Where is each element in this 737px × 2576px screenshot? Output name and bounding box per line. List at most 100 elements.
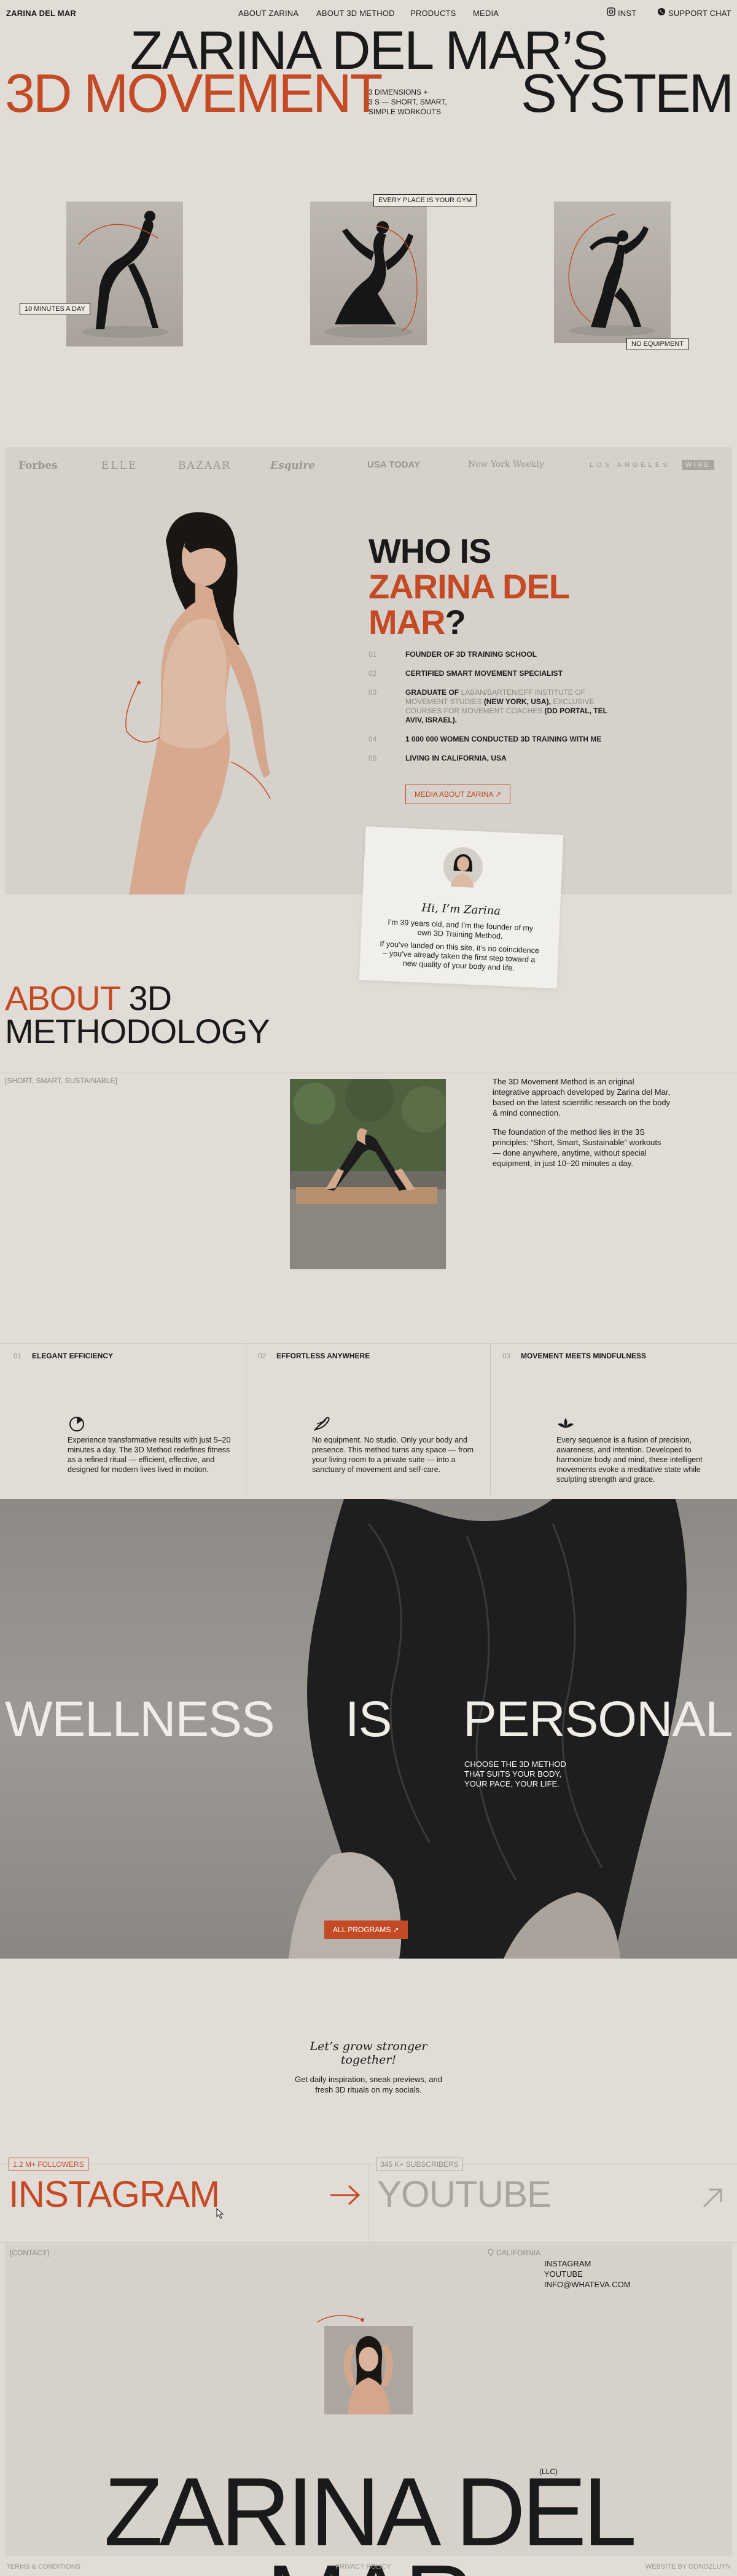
feature-card-movement-mindfulness: 03 MOVEMENT MEETS MINDFULNESS Every sequ… xyxy=(494,1343,733,1495)
credential-text: LIVING IN CALIFORNIA, USA xyxy=(405,754,507,762)
pose-figure-silhouette xyxy=(324,221,418,338)
divider xyxy=(0,2242,737,2243)
who-title-line-2: ZARINA DEL xyxy=(368,567,570,606)
note-paragraph-2: If you’ve landed on this site, it’s no c… xyxy=(380,939,540,973)
press-logo-wire: WIRE xyxy=(682,460,714,470)
nav-link-about-zarina[interactable]: ABOUT ZARINA xyxy=(238,9,298,18)
credential-text: CERTIFIED SMART MOVEMENT SPECIALIST xyxy=(405,669,563,678)
instagram-link[interactable]: INSTAGRAM xyxy=(9,2175,220,2214)
who-title-mar: MAR xyxy=(368,603,446,641)
credential-item: 01 FOUNDER OF 3D TRAINING SCHOOL xyxy=(368,650,626,659)
press-logo-new-york-weekly: New York Weekly xyxy=(468,460,544,469)
credential-number: 03 xyxy=(368,688,377,697)
hero-tagline-line: 3 DIMENSIONS + xyxy=(368,88,428,96)
support-chat-link[interactable]: SUPPORT CHAT xyxy=(668,9,731,18)
brand-logo[interactable]: ZARINA DEL MAR xyxy=(6,9,76,18)
location-pin-icon xyxy=(488,2249,494,2257)
credential-item: 03 GRADUATE OF LABAN/BARTENIEFF INSTITUT… xyxy=(368,688,626,725)
about-methodology-title: ABOUT 3D METHODOLOGY xyxy=(5,981,270,1051)
pose-photo-kneel-arch xyxy=(310,202,427,345)
feature-title: ELEGANT EFFICIENCY xyxy=(32,1352,114,1360)
privacy-link[interactable]: PRIVACY POLICY xyxy=(335,2563,391,2570)
pose-photo-backbend xyxy=(66,202,183,346)
zarina-avatar xyxy=(443,847,483,888)
credentials-list: 01 FOUNDER OF 3D TRAINING SCHOOL 02 CERT… xyxy=(368,650,626,773)
arrow-right-icon[interactable] xyxy=(329,2185,361,2206)
wellness-word-is: IS xyxy=(345,1691,392,1747)
hero-tagline-line: SIMPLE WORKOUTS xyxy=(368,108,442,116)
contact-link-youtube[interactable]: YOUTUBE xyxy=(544,2269,631,2279)
hero-tagline: 3 DIMENSIONS + 3 S — SHORT, SMART, SIMPL… xyxy=(368,87,447,117)
press-logo-esquire: Esquire xyxy=(270,460,316,472)
press-logo-elle: ELLE xyxy=(101,460,138,472)
who-title-question: ? xyxy=(445,603,466,641)
feature-text: Every sequence is a fusion of precision,… xyxy=(556,1436,703,1484)
about-title-line-2: METHODOLOGY xyxy=(5,1012,270,1051)
contact-link-instagram[interactable]: INSTAGRAM xyxy=(544,2258,631,2269)
wellness-word-personal: PERSONAL xyxy=(463,1691,733,1747)
chat-icon xyxy=(658,8,665,15)
contact-links: INSTAGRAM YOUTUBE INFO@WHATEVA.COM xyxy=(544,2258,631,2290)
divider xyxy=(368,2164,369,2242)
pose-figure-silhouette xyxy=(78,211,168,338)
zarina-portrait-photo xyxy=(125,512,271,895)
media-about-zarina-button[interactable]: MEDIA ABOUT ZARINA ↗ xyxy=(405,785,511,804)
note-greeting: Hi, I’m Zarina xyxy=(421,901,501,918)
contact-tag: [CONTACT] xyxy=(10,2249,49,2257)
credential-item: 05 LIVING IN CALIFORNIA, USA xyxy=(368,754,626,763)
press-logo-bazaar: BAZAAR xyxy=(178,460,231,472)
who-title-line-1: WHO IS xyxy=(368,531,491,570)
who-title-line-3: MAR? xyxy=(368,605,569,640)
credential-item: 04 1 000 000 WOMEN CONDUCTED 3D TRAINING… xyxy=(368,735,626,744)
who-is-title: WHO IS ZARINA DEL MAR? xyxy=(368,531,570,640)
wellness-subtitle: CHOOSE THE 3D METHOD THAT SUITS YOUR BOD… xyxy=(464,1760,566,1789)
feature-text: Experience transformative results with j… xyxy=(68,1436,231,1474)
pose-photo-balance xyxy=(554,202,671,343)
credential-text-strong: GRADUATE OF xyxy=(405,688,459,697)
credential-number: 05 xyxy=(368,754,377,762)
press-logo-usa-today: USA TODAY xyxy=(367,460,421,470)
contact-link-email[interactable]: INFO@WHATEVA.COM xyxy=(544,2279,631,2290)
hero-tagline-line: 3 S — SHORT, SMART, xyxy=(368,98,447,106)
nav-link-products[interactable]: PRODUCTS xyxy=(410,9,456,18)
about-title-line-1: ABOUT 3D xyxy=(5,981,270,1016)
mouse-cursor-icon xyxy=(216,2208,224,2219)
feature-card-elegant-efficiency: 01 ELEGANT EFFICIENCY Experience transfo… xyxy=(5,1343,244,1495)
feature-title: EFFORTLESS ANYWHERE xyxy=(276,1352,370,1360)
wellness-word-wellness: WELLNESS xyxy=(5,1691,275,1747)
divider xyxy=(490,1343,491,1495)
hero-title-system: SYSTEM xyxy=(521,63,734,123)
credential-number: 02 xyxy=(368,669,377,678)
arrow-up-right-icon[interactable] xyxy=(701,2187,723,2209)
feature-title: MOVEMENT MEETS MINDFULNESS xyxy=(521,1352,647,1360)
contact-portrait-photo xyxy=(316,2315,413,2414)
feature-number: 01 xyxy=(14,1352,22,1360)
nav-link-media[interactable]: MEDIA xyxy=(473,9,499,18)
feature-text: No equipment. No studio. Only your body … xyxy=(312,1436,474,1474)
all-programs-button[interactable]: ALL PROGRAMS ↗ xyxy=(324,1920,408,1939)
contact-location: CALIFORNIA xyxy=(496,2249,541,2257)
about-section-tag: [SHORT, SMART, SUSTAINABLE] xyxy=(5,1076,117,1085)
tag-every-place-gym: EVERY PLACE IS YOUR GYM xyxy=(373,194,477,206)
instagram-followers-badge: 1.2 M+ FOLLOWERS xyxy=(9,2158,88,2171)
credential-text: 1 000 000 WOMEN CONDUCTED 3D TRAINING WI… xyxy=(405,735,602,743)
tag-10-minutes: 10 MINUTES A DAY xyxy=(20,303,90,315)
timer-icon xyxy=(69,1417,84,1431)
tag-no-equipment: NO EQUIPMENT xyxy=(626,338,688,350)
hero-title-3d-movement: 3D MOVEMENT xyxy=(5,63,383,123)
pose-figure-silhouette xyxy=(568,213,655,336)
instagram-icon xyxy=(607,7,615,16)
nav-link-about-3d-method[interactable]: ABOUT 3D METHOD xyxy=(316,9,395,18)
credential-text-location: (NEW YORK, USA), xyxy=(483,697,551,706)
youtube-link[interactable]: YOUTUBE xyxy=(377,2175,552,2214)
terms-link[interactable]: TERMS & CONDITIONS xyxy=(6,2563,80,2570)
credential-number: 04 xyxy=(368,735,377,743)
wellness-subtitle-line: THAT SUITS YOUR BODY, xyxy=(464,1769,561,1779)
website-credit-link[interactable]: WEBSITE BY ODNOZLUYN xyxy=(645,2563,731,2570)
nav-link-inst[interactable]: INST xyxy=(618,9,636,18)
footer-big-brand-name: ZARINA DEL MAR xyxy=(104,2458,637,2576)
feather-icon xyxy=(314,1417,330,1431)
socials-description: Get daily inspiration, sneak previews, a… xyxy=(295,2075,442,2094)
feature-number: 03 xyxy=(502,1352,511,1360)
about-paragraph-2: The foundation of the method lies in the… xyxy=(493,1127,661,1168)
